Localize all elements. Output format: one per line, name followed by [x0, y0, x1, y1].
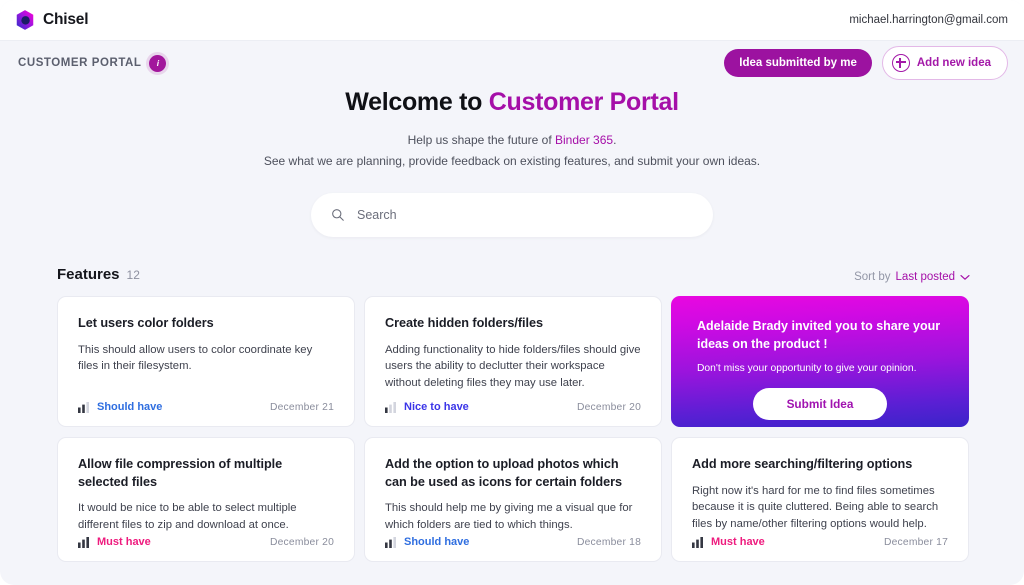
sort-by-value: Last posted — [895, 271, 955, 284]
add-new-idea-button[interactable]: Add new idea — [881, 46, 1008, 80]
feature-card-title: Add more searching/filtering options — [692, 457, 913, 472]
feature-card-title: Allow file compression of multiple selec… — [78, 457, 283, 489]
feature-card-date: December 18 — [576, 536, 641, 548]
feature-card[interactable]: Allow file compression of multiple selec… — [57, 437, 355, 563]
promo-subtitle: Don't miss your opportunity to give your… — [697, 362, 917, 374]
priority-tag[interactable]: Should have — [385, 536, 469, 548]
feature-card-date: December 20 — [269, 536, 334, 548]
priority-bars-icon — [385, 536, 396, 548]
header-actions: Idea submitted by me Add new idea — [724, 46, 1008, 80]
feature-card[interactable]: Create hidden folders/files Adding funct… — [364, 296, 662, 428]
feature-card-footer: Should have December 18 — [385, 536, 641, 548]
product-link[interactable]: Binder 365 — [555, 133, 613, 147]
feature-card-title: Let users color folders — [78, 316, 214, 331]
portal-header-bar: CUSTOMER PORTAL i Idea submitted by me A… — [0, 41, 1024, 85]
feature-card-title: Add the option to upload photos which ca… — [385, 457, 623, 489]
hexagon-logo-icon — [16, 10, 34, 30]
priority-label: Should have — [404, 536, 470, 549]
hero-title-accent: Customer Portal — [488, 88, 679, 116]
feature-card-date: December 21 — [269, 401, 334, 413]
feature-card-footer: Must have December 17 — [692, 536, 948, 548]
search-icon — [332, 209, 344, 222]
breadcrumb: CUSTOMER PORTAL i — [18, 54, 167, 72]
hero-title-prefix: Welcome to — [345, 88, 489, 116]
priority-label: Must have — [97, 536, 151, 549]
feature-card-title: Create hidden folders/files — [385, 316, 543, 331]
search-section: Search — [0, 193, 1024, 238]
top-navigation-bar: Chisel michael.harrington@gmail.com — [0, 0, 1024, 41]
hero-section: Welcome to Customer Portal Help us shape… — [0, 85, 1024, 171]
hero-subtitle: Help us shape the future of Binder 365. … — [0, 130, 1024, 171]
feature-card-date: December 17 — [883, 536, 948, 548]
feature-card[interactable]: Add more searching/filtering options Rig… — [671, 437, 969, 563]
submit-idea-button[interactable]: Submit Idea — [752, 388, 888, 421]
priority-tag[interactable]: Must have — [78, 536, 151, 548]
feature-card[interactable]: Let users color folders This should allo… — [57, 296, 355, 428]
feature-card-footer: Must have December 20 — [78, 536, 334, 548]
feature-card-description: This should allow users to color coordin… — [78, 343, 313, 373]
promo-button-wrap: Submit Idea — [697, 388, 943, 421]
sort-by-label: Sort by — [854, 271, 891, 284]
feature-card-description: It would be nice to be able to select mu… — [78, 502, 297, 531]
feature-card-footer: Nice to have December 20 — [385, 401, 641, 413]
priority-tag[interactable]: Nice to have — [385, 401, 469, 413]
promo-card: Adelaide Brady invited you to share your… — [671, 296, 969, 428]
features-title-text: Features — [57, 266, 120, 284]
search-placeholder: Search — [357, 208, 397, 223]
sort-by-control[interactable]: Sort by Last posted — [854, 271, 970, 283]
hero-title: Welcome to Customer Portal — [0, 88, 1024, 117]
priority-label: Must have — [711, 536, 765, 549]
feature-card-description: Adding functionality to hide folders/fil… — [385, 343, 641, 389]
hero-sub-prefix: Help us shape the future of — [407, 133, 556, 147]
info-icon[interactable]: i — [149, 54, 167, 72]
priority-label: Should have — [97, 401, 163, 414]
feature-card-description: This should help me by giving me a visua… — [385, 502, 633, 531]
brand[interactable]: Chisel — [14, 9, 89, 31]
features-title: Features 12 — [57, 266, 140, 283]
features-section-header: Features 12 Sort by Last posted — [57, 266, 970, 283]
idea-submitted-by-me-button[interactable]: Idea submitted by me — [724, 49, 872, 77]
priority-bars-icon — [78, 536, 89, 548]
priority-label: Nice to have — [404, 401, 469, 414]
promo-title: Adelaide Brady invited you to share your… — [697, 319, 941, 351]
feature-card-footer: Should have December 21 — [78, 401, 334, 413]
feature-card-date: December 20 — [576, 401, 641, 413]
chevron-down-icon — [960, 274, 970, 280]
feature-card[interactable]: Add the option to upload photos which ca… — [364, 437, 662, 563]
feature-card-description: Right now it's hard for me to find files… — [692, 484, 939, 530]
brand-name: Chisel — [43, 11, 89, 28]
hero-sub-line2: See what we are planning, provide feedba… — [263, 153, 761, 168]
hero-sub-suffix: . — [613, 133, 617, 147]
priority-bars-icon — [385, 401, 396, 413]
plus-circle-icon — [891, 54, 910, 72]
priority-tag[interactable]: Must have — [692, 536, 765, 548]
priority-tag[interactable]: Should have — [78, 401, 162, 413]
features-grid: Let users color folders This should allo… — [57, 296, 1024, 563]
add-new-idea-label: Add new idea — [916, 57, 991, 69]
search-input[interactable]: Search — [311, 193, 713, 238]
user-email[interactable]: michael.harrington@gmail.com — [849, 14, 1008, 26]
features-count: 12 — [126, 268, 140, 283]
priority-bars-icon — [692, 536, 703, 548]
priority-bars-icon — [78, 401, 89, 413]
customer-portal-page: Chisel michael.harrington@gmail.com CUST… — [0, 0, 1024, 585]
page-title: CUSTOMER PORTAL — [18, 57, 142, 69]
